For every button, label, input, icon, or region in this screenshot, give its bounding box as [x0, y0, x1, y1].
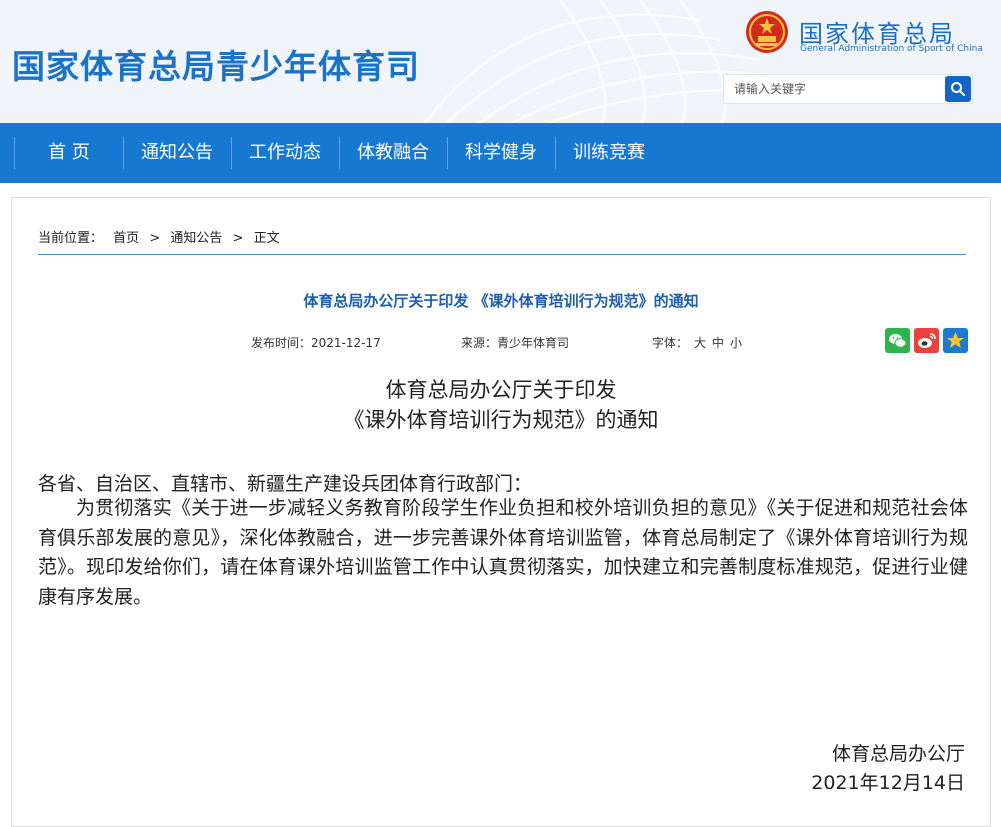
nav-item-home[interactable]: 首 页	[48, 123, 90, 183]
article-title: 体育总局办公厅关于印发 《课外体育培训行为规范》的通知	[303, 292, 699, 310]
document-heading-line2: 《课外体育培训行为规范》的通知	[343, 408, 659, 432]
national-emblem-icon	[746, 11, 788, 53]
breadcrumb-divider	[38, 254, 966, 255]
font-size-large[interactable]: 大	[694, 336, 706, 350]
search-icon	[951, 82, 965, 96]
font-size-small[interactable]: 小	[730, 336, 742, 350]
nav-item-notices[interactable]: 通知公告	[141, 123, 213, 183]
favorite-star-icon	[943, 328, 968, 353]
nav-separator	[14, 137, 15, 169]
share-weibo-button[interactable]	[914, 328, 939, 353]
document-heading-line1: 体育总局办公厅关于印发	[385, 378, 617, 402]
breadcrumb-current: 正文	[253, 231, 280, 246]
brand-logo[interactable]: 国家体育总局 General Administration of Sport o…	[745, 10, 985, 56]
document-body: 为贯彻落实《关于进一步减轻义务教育阶段学生作业负担和校外培训负担的意见》《关于促…	[38, 497, 968, 608]
article-panel: 当前位置： 首页 > 通知公告 > 正文 体育总局办公厅关于印发 《课外体育培训…	[11, 197, 991, 827]
article-source: 来源：青少年体育司	[461, 336, 570, 350]
document-date: 2021年12月14日	[811, 772, 965, 794]
nav-item-sport-education[interactable]: 体教融合	[357, 123, 429, 183]
search-box	[723, 74, 973, 104]
nav-item-fitness[interactable]: 科学健身	[465, 123, 537, 183]
nav-separator	[339, 137, 340, 169]
nav-separator	[123, 137, 124, 169]
document-salutation: 各省、自治区、直辖市、新疆生产建设兵团体育行政部门：	[38, 473, 533, 495]
font-size-control: 字体： 大中小	[652, 334, 742, 351]
breadcrumb-home-link[interactable]: 首页	[113, 231, 139, 246]
breadcrumb-separator: >	[232, 231, 244, 246]
breadcrumb-separator: >	[149, 231, 161, 246]
search-button[interactable]	[945, 76, 971, 102]
brand-name-en: General Administration of Sport of China	[800, 44, 983, 54]
nav-separator	[447, 137, 448, 169]
breadcrumb: 当前位置： 首页 > 通知公告 > 正文	[38, 227, 286, 246]
breadcrumb-section-link[interactable]: 通知公告	[170, 231, 222, 246]
font-size-label: 字体：	[652, 336, 689, 350]
site-title[interactable]: 国家体育总局青少年体育司	[12, 40, 420, 88]
nav-separator	[555, 137, 556, 169]
share-wechat-button[interactable]	[885, 328, 910, 353]
document-signature: 体育总局办公厅	[831, 743, 965, 765]
publish-date: 发布时间：2021-12-17	[251, 336, 381, 350]
wechat-icon	[885, 328, 910, 353]
favorite-button[interactable]	[943, 328, 968, 353]
search-input[interactable]	[724, 75, 954, 103]
weibo-icon	[914, 328, 939, 353]
font-size-medium[interactable]: 中	[712, 336, 724, 350]
nav-item-competition[interactable]: 训练竞赛	[573, 123, 645, 183]
nav-separator	[231, 137, 232, 169]
nav-item-work-news[interactable]: 工作动态	[249, 123, 321, 183]
main-nav: 首 页 通知公告 工作动态 体教融合 科学健身 训练竞赛	[0, 123, 1001, 183]
breadcrumb-label: 当前位置：	[38, 231, 104, 246]
site-header: 国家体育总局青少年体育司 国家体育总局 General Administrati…	[0, 0, 1001, 123]
